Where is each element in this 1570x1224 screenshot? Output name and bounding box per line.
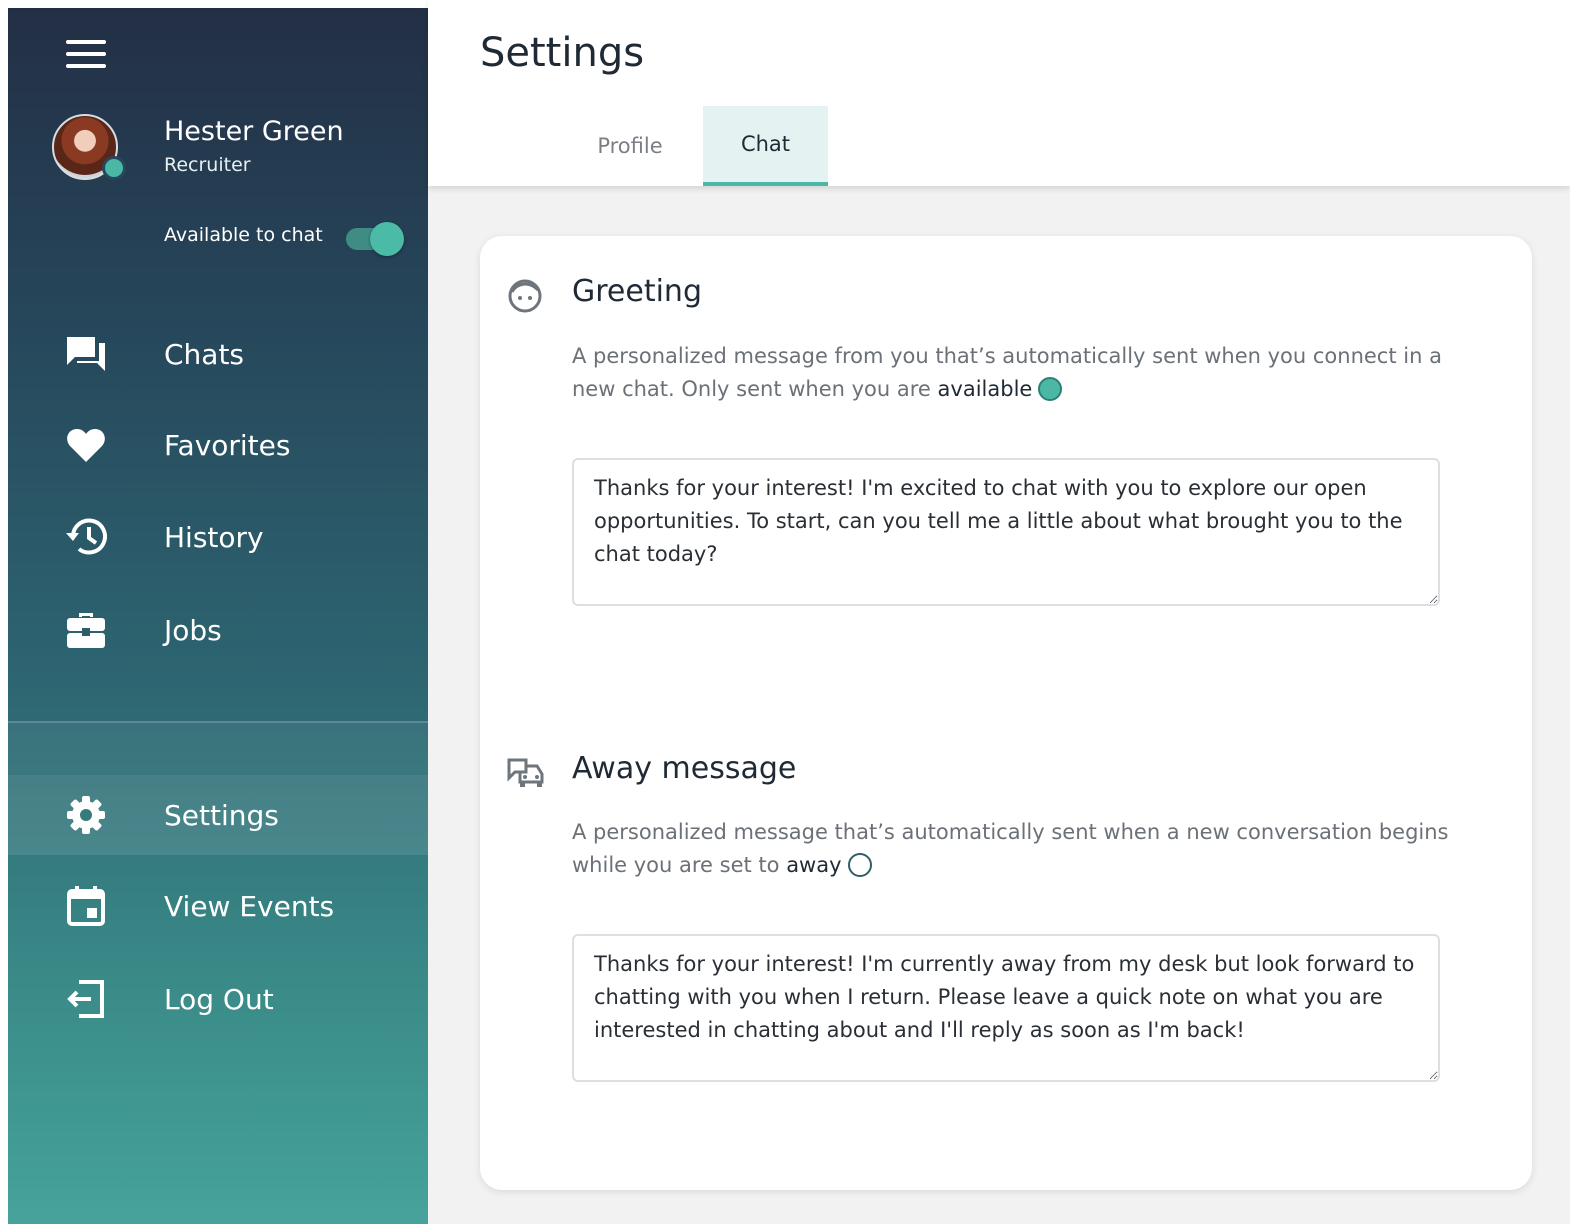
nav-label: Favorites [164,428,291,462]
settings-header: Settings Profile Chat [428,0,1570,186]
greeting-description: A personalized message from you that’s a… [572,340,1452,406]
briefcase-icon [64,610,108,650]
nav-item-history[interactable]: History [8,497,428,577]
chat-settings-card: Greeting A personalized message from you… [480,236,1532,1190]
calendar-icon [64,886,108,926]
nav-item-settings[interactable]: Settings [8,775,428,855]
nav-label: Jobs [164,613,222,647]
tab-profile[interactable]: Profile [578,106,682,186]
nav-label: Settings [164,798,279,832]
online-status-icon [102,156,126,180]
nav-label: Chats [164,337,245,371]
heart-icon [64,425,108,465]
tab-chat[interactable]: Chat [703,106,828,186]
gear-icon [64,795,108,835]
greeting-title: Greeting [572,274,702,309]
smiley-face-icon [506,276,546,316]
user-name: Hester Green [164,116,344,147]
nav-item-jobs[interactable]: Jobs [8,590,428,670]
away-status-icon [847,853,872,877]
sidebar: Hester Green Recruiter Available to chat… [8,8,428,1224]
away-description-text: A personalized message that’s automatica… [572,820,1449,877]
away-chat-icon [506,752,546,792]
logout-icon [64,979,108,1019]
away-status-word: away [786,853,842,877]
nav-item-view-events[interactable]: View Events [8,866,428,946]
nav-item-chats[interactable]: Chats [8,314,428,394]
away-message-input[interactable]: Thanks for your interest! I'm currently … [572,934,1440,1082]
availability-label: Available to chat [164,224,323,246]
toggle-thumb [370,222,404,256]
user-role: Recruiter [164,154,251,176]
history-icon [64,517,108,557]
available-status-word: available [937,377,1033,401]
away-message-description: A personalized message that’s automatica… [572,816,1452,882]
nav-label: View Events [164,889,335,923]
main-content: Settings Profile Chat Greeting A persona… [428,0,1570,1224]
nav-label: Log Out [164,982,274,1016]
away-message-title: Away message [572,751,797,786]
nav-item-log-out[interactable]: Log Out [8,959,428,1039]
nav-item-favorites[interactable]: Favorites [8,405,428,485]
chat-bubbles-icon [64,334,108,374]
availability-toggle[interactable] [346,222,404,256]
available-status-icon [1038,377,1063,401]
greeting-message-input[interactable]: Thanks for your interest! I'm excited to… [572,458,1440,606]
page-title: Settings [480,30,645,76]
sidebar-spacer [8,723,428,775]
nav-label: History [164,520,264,554]
hamburger-menu-icon[interactable] [66,40,106,68]
